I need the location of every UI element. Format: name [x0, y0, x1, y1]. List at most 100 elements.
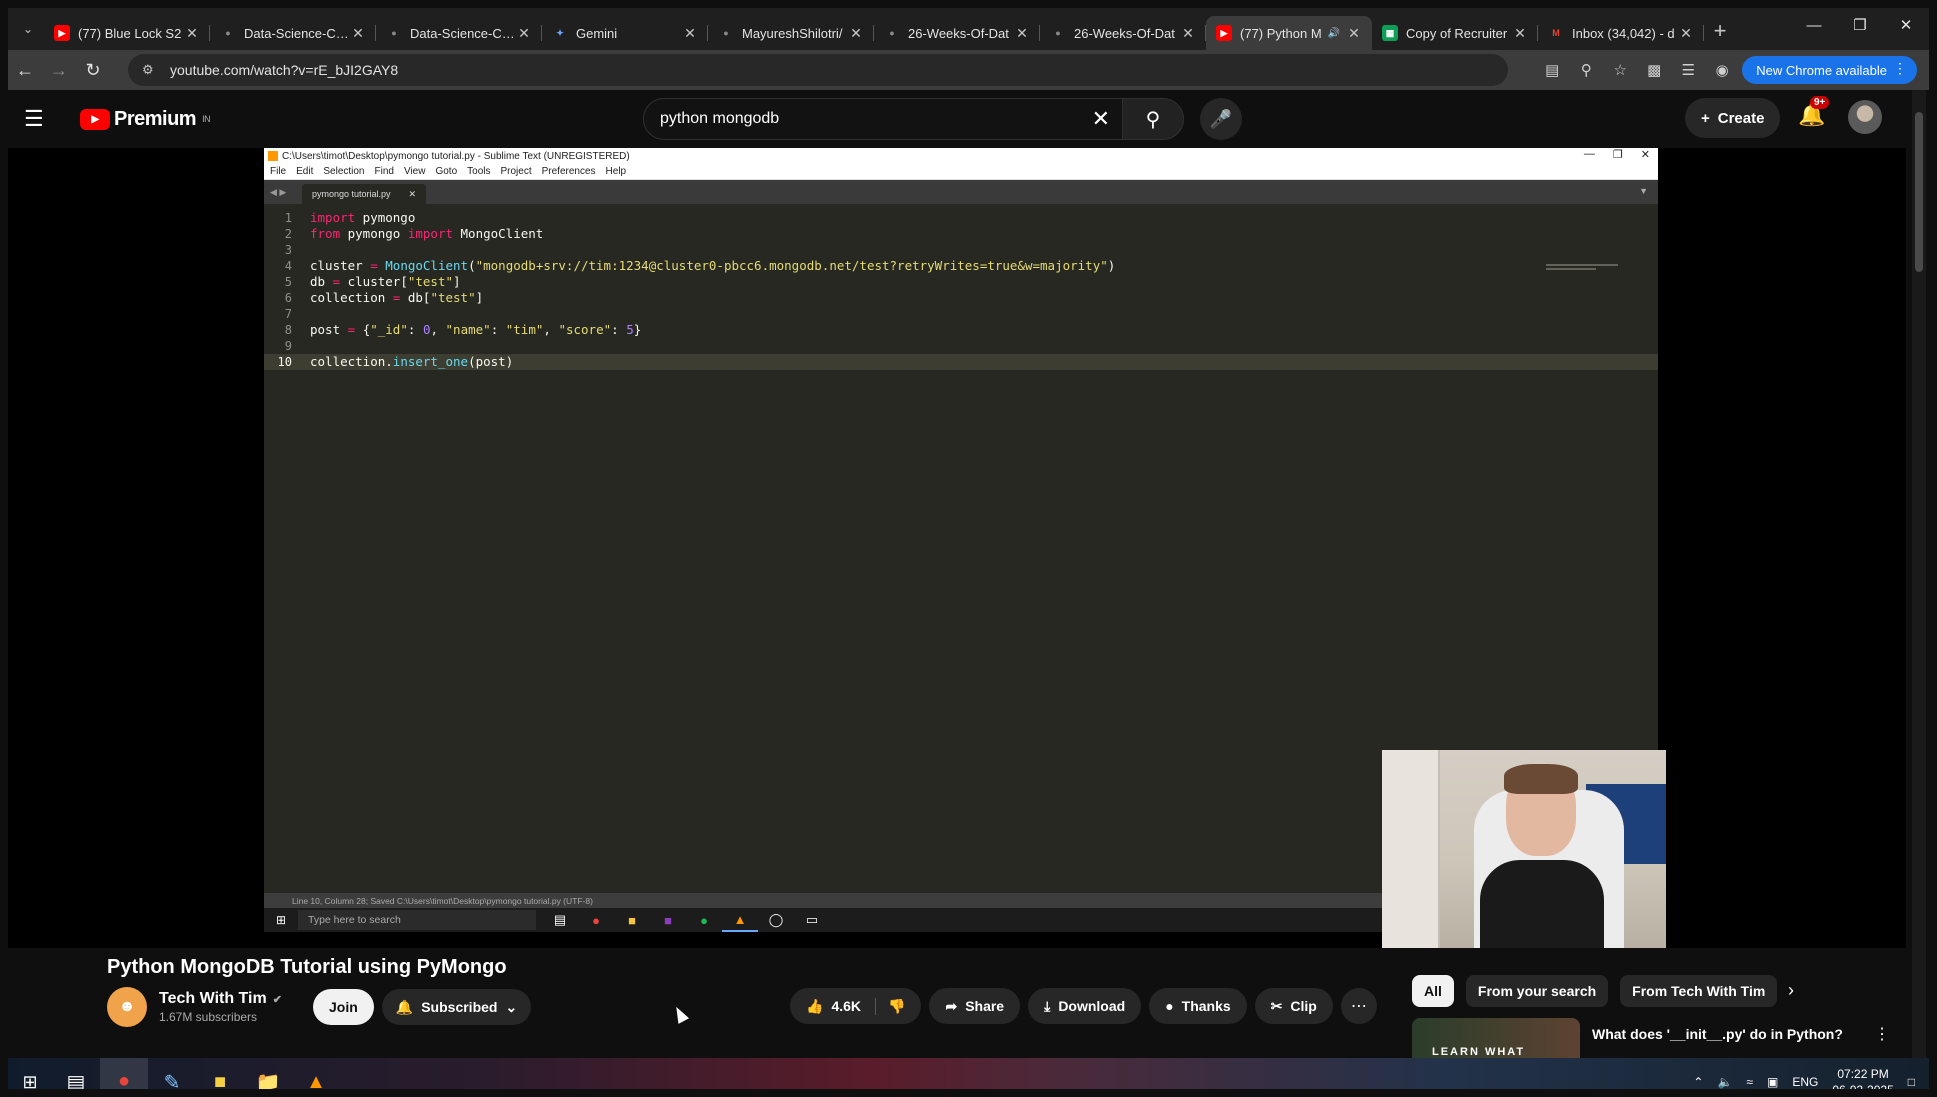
- editor-minimap: [1546, 264, 1618, 280]
- new-tab-button[interactable]: +: [1704, 18, 1736, 44]
- browser-tab[interactable]: ▦ Copy of Recruiter ✕: [1372, 16, 1538, 50]
- forward-icon[interactable]: →: [42, 60, 76, 81]
- minimize-icon[interactable]: —: [1791, 8, 1837, 42]
- share-button[interactable]: ➦ Share: [929, 988, 1021, 1024]
- close-tab-icon[interactable]: ✕: [184, 25, 200, 42]
- youtube-favicon-icon: ▶: [1216, 25, 1232, 41]
- github-favicon-icon: ●: [220, 25, 236, 41]
- close-tab-icon[interactable]: ✕: [1014, 25, 1030, 42]
- clear-search-icon[interactable]: ✕: [1092, 106, 1110, 132]
- tab-search-icon[interactable]: ⌄: [12, 15, 44, 43]
- zoom-icon[interactable]: ⚲: [1572, 56, 1600, 84]
- extensions-icon[interactable]: ▩: [1640, 56, 1668, 84]
- account-avatar[interactable]: [1848, 100, 1882, 134]
- create-button[interactable]: + Create: [1685, 98, 1781, 138]
- audio-playing-icon[interactable]: 🔊: [1328, 28, 1340, 39]
- subscribed-button[interactable]: 🔔 Subscribed ⌄: [381, 989, 532, 1025]
- filter-chip[interactable]: From your search: [1465, 975, 1609, 1007]
- voice-search-button[interactable]: 🎤: [1200, 98, 1242, 140]
- editor-menu-item: Help: [605, 166, 627, 177]
- menu-hamburger-icon[interactable]: ☰: [24, 106, 80, 132]
- download-button[interactable]: ⤓ Download: [1028, 988, 1142, 1024]
- sticky-notes-icon[interactable]: ■: [196, 1058, 244, 1090]
- new-chrome-available-button[interactable]: New Chrome available ⋮: [1742, 56, 1917, 84]
- address-bar[interactable]: ⚙ youtube.com/watch?v=rE_bJI2GAY8: [128, 54, 1508, 86]
- close-tab-icon[interactable]: ✕: [1346, 25, 1362, 42]
- site-info-icon[interactable]: ⚙: [142, 62, 160, 78]
- notification-center-icon[interactable]: □: [1908, 1075, 1915, 1089]
- browser-tab[interactable]: ● MayureshShilotri/ ✕: [708, 16, 874, 50]
- file-explorer-icon[interactable]: 📁: [244, 1058, 292, 1090]
- browser-tab[interactable]: ● Data-Science-Cou ✕: [376, 16, 542, 50]
- taskbar-search-box: Type here to search: [298, 910, 536, 930]
- close-tab-icon[interactable]: ✕: [848, 25, 864, 42]
- thanks-button[interactable]: ● Thanks: [1149, 988, 1247, 1024]
- notifications-button[interactable]: 🔔 9+: [1798, 96, 1830, 128]
- install-app-icon[interactable]: ▤: [1538, 56, 1566, 84]
- language-indicator[interactable]: ENG: [1792, 1075, 1818, 1089]
- close-tab-icon[interactable]: ✕: [1512, 25, 1528, 42]
- close-tab-icon[interactable]: ✕: [350, 25, 366, 42]
- search-button[interactable]: ⚲: [1122, 98, 1184, 140]
- search-icon: ⚲: [1145, 108, 1161, 131]
- recommended-thumbnail[interactable]: LEARN WHAT: [1412, 1018, 1580, 1058]
- search-input[interactable]: python mongodb ✕: [643, 98, 1123, 140]
- close-tab-icon[interactable]: ✕: [682, 25, 698, 42]
- close-tab-icon[interactable]: ✕: [516, 25, 532, 42]
- video-owner-row: ☻ Tech With Tim ✔ 1.67M subscribers Join …: [107, 986, 532, 1028]
- task-view-icon: ▤: [553, 912, 567, 927]
- thumbs-down-icon: 👎: [888, 997, 906, 1014]
- browser-tab[interactable]: ▶ (77) Blue Lock S2 ✕: [44, 16, 210, 50]
- scrollbar-thumb[interactable]: [1915, 112, 1923, 272]
- close-tab-icon[interactable]: ✕: [1180, 25, 1196, 42]
- close-tab-icon[interactable]: ✕: [1678, 25, 1694, 42]
- chevron-up-icon[interactable]: ⌃: [1693, 1075, 1703, 1089]
- sublime-text-icon[interactable]: ▲: [292, 1058, 340, 1090]
- more-vertical-icon[interactable]: ⋮: [1874, 1024, 1890, 1044]
- tab-title: (77) Python M: [1240, 25, 1322, 41]
- video-player[interactable]: C:\Users\timot\Desktop\pymongo tutorial.…: [8, 148, 1906, 948]
- subscriber-count: 1.67M subscribers: [159, 1010, 258, 1024]
- more-actions-button[interactable]: ⋯: [1340, 988, 1377, 1024]
- reload-icon[interactable]: ↻: [76, 60, 110, 81]
- browser-tab[interactable]: ● 26-Weeks-Of-Dat ✕: [1040, 16, 1206, 50]
- browser-tab[interactable]: ✦ Gemini ✕: [542, 16, 708, 50]
- like-button[interactable]: 👍 4.6K: [790, 997, 877, 1015]
- code-line: 8 post = {"_id": 0, "name": "tim", "score…: [284, 322, 642, 337]
- restore-icon[interactable]: ❐: [1837, 8, 1883, 42]
- chrome-icon[interactable]: ●: [100, 1058, 148, 1089]
- task-view-icon[interactable]: ▤: [52, 1058, 100, 1090]
- filter-chip[interactable]: All: [1412, 975, 1454, 1007]
- profile-icon[interactable]: ◉: [1708, 56, 1736, 84]
- close-window-icon[interactable]: ✕: [1883, 8, 1929, 42]
- back-icon[interactable]: ←: [8, 60, 42, 81]
- filter-chip[interactable]: From Tech With Tim: [1620, 975, 1778, 1007]
- channel-name[interactable]: Tech With Tim ✔: [159, 990, 299, 1008]
- youtube-premium-logo[interactable]: ▶ Premium IN: [80, 108, 211, 131]
- channel-avatar[interactable]: ☻: [107, 987, 147, 1027]
- bookmark-star-icon[interactable]: ☆: [1606, 56, 1634, 84]
- windows-start-icon[interactable]: ⊞: [8, 1058, 52, 1090]
- join-button[interactable]: Join: [313, 989, 374, 1025]
- browser-tab[interactable]: ● 26-Weeks-Of-Dat ✕: [874, 16, 1040, 50]
- editor-menu-item: Goto: [435, 166, 458, 177]
- browser-tab[interactable]: M Inbox (34,042) - d ✕: [1538, 16, 1704, 50]
- recommended-video[interactable]: LEARN WHAT What does '__init__.py' do in…: [1412, 1018, 1902, 1058]
- thumbs-up-icon: 👍: [806, 997, 824, 1014]
- github-favicon-icon: ●: [884, 25, 900, 41]
- code-line: 2 from pymongo import MongoClient: [284, 226, 544, 241]
- browser-tab[interactable]: ▶ (77) Python M 🔊 ✕: [1206, 16, 1372, 50]
- recommended-title[interactable]: What does '__init__.py' do in Python?: [1592, 1024, 1872, 1044]
- volume-icon[interactable]: 🔈: [1717, 1075, 1732, 1089]
- media-controls-icon[interactable]: ☰: [1674, 56, 1702, 84]
- clip-button[interactable]: ✂ Clip: [1254, 988, 1333, 1024]
- battery-icon[interactable]: ▣: [1767, 1075, 1778, 1089]
- dislike-button[interactable]: 👎: [876, 998, 921, 1015]
- wifi-icon[interactable]: ≈: [1746, 1075, 1753, 1089]
- browser-tab[interactable]: ● Data-Science-Cou ✕: [210, 16, 376, 50]
- chevron-right-icon[interactable]: ›: [1788, 980, 1794, 1001]
- clock[interactable]: 07:22 PM 06-02-2025: [1832, 1066, 1893, 1089]
- notepad-icon[interactable]: ✎: [148, 1058, 196, 1090]
- editor-tab-bar: ◀ ▶ pymongo tutorial.py ✕ ▼: [264, 180, 1658, 204]
- page-scrollbar[interactable]: [1912, 90, 1926, 1058]
